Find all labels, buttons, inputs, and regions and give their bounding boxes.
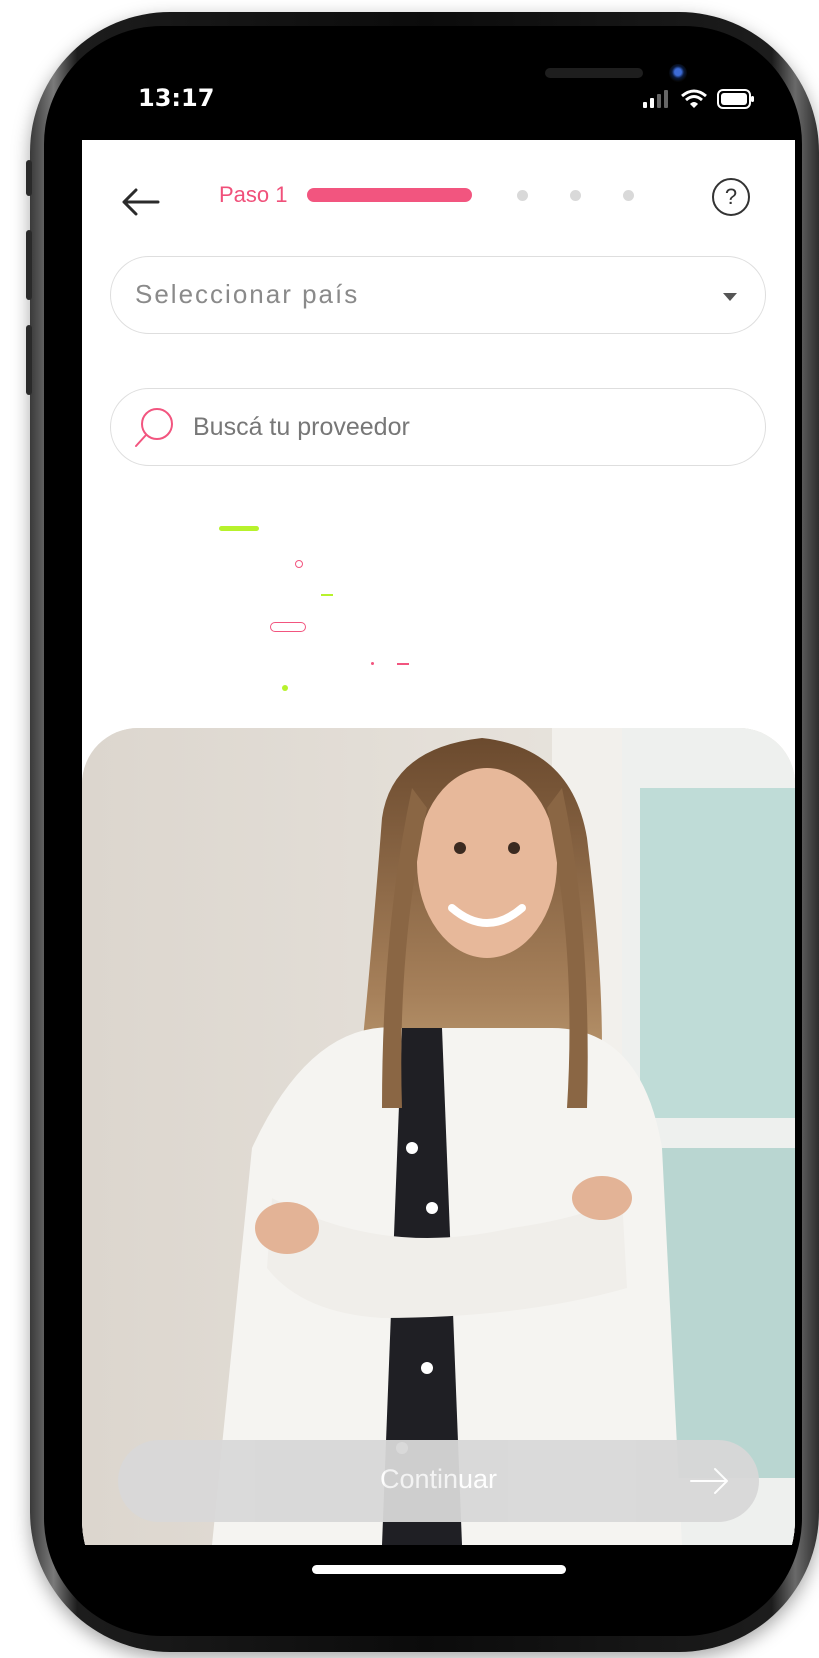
provider-search[interactable]: [110, 388, 766, 466]
speaker: [545, 68, 643, 78]
hero-photo: [82, 728, 795, 1545]
status-icons: [643, 86, 755, 112]
volume-down-button: [26, 325, 32, 395]
confetti-dot: [371, 662, 374, 665]
search-icon: [135, 408, 173, 447]
back-button[interactable]: [118, 184, 162, 220]
front-camera: [669, 64, 687, 82]
mute-switch: [26, 160, 32, 196]
confetti-ring: [295, 560, 303, 568]
search-input[interactable]: [193, 409, 693, 445]
battery-icon: [717, 89, 754, 109]
chevron-down-icon: [723, 293, 737, 301]
confetti-dash: [219, 526, 259, 531]
confetti-dot: [282, 685, 288, 691]
home-indicator[interactable]: [312, 1565, 566, 1574]
step-dot-3: [570, 190, 581, 201]
notch: [237, 40, 687, 114]
country-select[interactable]: Seleccionar país: [110, 256, 766, 334]
step-dot-4: [623, 190, 634, 201]
help-icon: ?: [724, 184, 738, 209]
volume-up-button: [26, 230, 32, 300]
status-time: 13:17: [138, 84, 215, 112]
phone-screen: 13:17 Paso 1 ? Seleccionar país Buscá tu…: [82, 40, 795, 1620]
photo-illustration: [82, 728, 795, 1545]
home-area: [82, 1545, 795, 1620]
wifi-icon: [681, 89, 707, 108]
signal-icon: [643, 90, 668, 108]
confetti-dash: [321, 594, 333, 596]
step-dot-2: [517, 190, 528, 201]
country-select-placeholder: Seleccionar país: [135, 279, 360, 309]
continue-button-label: Continuar: [379, 1464, 498, 1494]
continue-button[interactable]: Continuar: [118, 1440, 759, 1522]
status-bar: 13:17: [82, 40, 795, 140]
app-content: Paso 1 ? Seleccionar país Buscá tu prove…: [82, 140, 795, 1545]
confetti-dash: [397, 663, 409, 665]
step-label: Paso 1: [219, 182, 288, 207]
confetti-pill: [270, 622, 306, 632]
back-arrow-icon: [122, 188, 160, 216]
arrow-right-icon: [690, 1468, 728, 1494]
step-progress-bar: [307, 188, 472, 202]
help-button[interactable]: ?: [712, 178, 750, 216]
